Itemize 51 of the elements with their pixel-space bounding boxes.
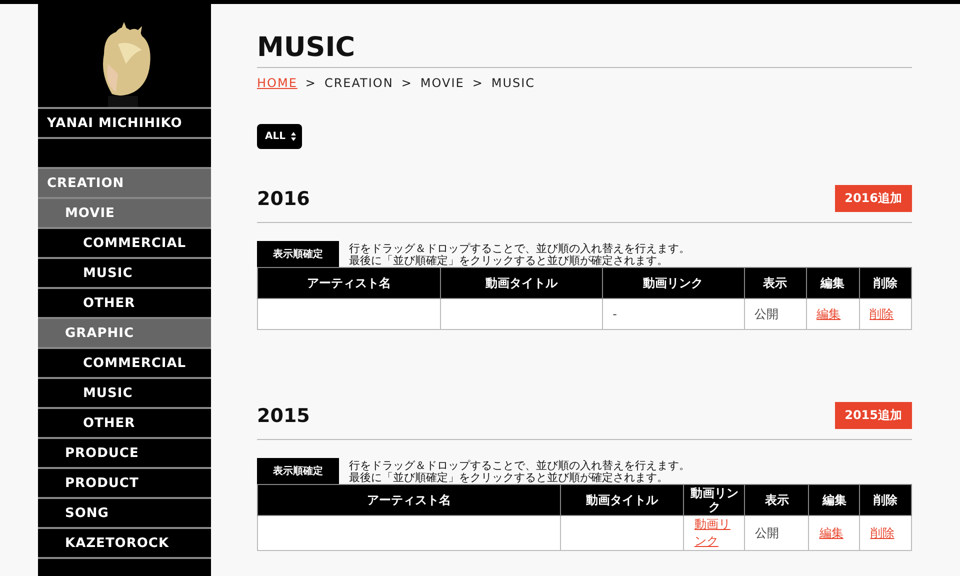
menu-item[interactable]: MUSIC (38, 379, 211, 409)
confirm-order-button[interactable]: 表示順確定 (257, 241, 339, 267)
section-heading: 2015 (257, 404, 310, 426)
table-cell: 公開 (744, 298, 806, 330)
column-header: 編集 (808, 484, 860, 516)
instruction-text: 行をドラッグ＆ドロップすることで、並び順の入れ替えを行えます。 最後に「並び順確定」をクリックすると並び順が確定されます。 (349, 460, 690, 484)
menu-item[interactable]: KAZETOROCK (38, 529, 211, 559)
menu-item[interactable]: SONG (38, 499, 211, 529)
column-header: 動画タイトル (440, 268, 602, 298)
breadcrumb-item: CREATION (324, 76, 394, 90)
column-header: 編集 (806, 268, 860, 298)
table-cell: - (602, 298, 744, 330)
profile-name: YANAI MICHIHIKO (38, 109, 211, 139)
add-button[interactable]: 2016追加 (834, 185, 912, 212)
confirm-order-button[interactable]: 表示順確定 (257, 458, 339, 484)
add-button[interactable]: 2015追加 (834, 402, 912, 429)
cell-link[interactable]: 編集 (819, 524, 844, 542)
breadcrumb-item[interactable]: HOME (257, 76, 298, 90)
menu-item[interactable]: PRODUCT (38, 469, 211, 499)
menu-item[interactable]: PRODUCE (38, 439, 211, 469)
column-header: アーティスト名 (258, 484, 560, 516)
menu-item[interactable]: CREATION (38, 169, 211, 199)
breadcrumb-separator: > (472, 76, 484, 90)
menu-item[interactable]: MUSIC (38, 259, 211, 289)
menu-item[interactable]: MOVIE (38, 199, 211, 229)
breadcrumb-item: MUSIC (491, 76, 536, 90)
filter-select[interactable]: ALL (257, 124, 302, 149)
column-header: 表示 (744, 484, 809, 516)
column-header: 削除 (860, 484, 912, 516)
cell-link[interactable]: 編集 (816, 306, 841, 322)
column-header: 動画リンク (684, 484, 745, 516)
menu-item[interactable]: GRAPHIC (38, 319, 211, 349)
menu-item[interactable]: COMMERCIAL (38, 229, 211, 259)
section-heading: 2016 (257, 188, 310, 210)
breadcrumb-separator: > (305, 76, 316, 90)
cell-link[interactable]: 削除 (870, 306, 894, 322)
column-header: 削除 (859, 268, 912, 298)
menu-item[interactable]: OTHER (38, 409, 211, 439)
table-cell: 公開 (744, 516, 809, 550)
breadcrumb-item: MOVIE (420, 76, 464, 90)
column-header: 動画リンク (602, 268, 744, 298)
instruction-text: 行をドラッグ＆ドロップすることで、並び順の入れ替えを行えます。 最後に「並び順確定」をクリックすると並び順が確定されます。 (349, 243, 690, 267)
cell-link[interactable]: 動画リンク (694, 516, 734, 550)
column-header: 動画タイトル (560, 484, 684, 516)
updown-icon (291, 132, 296, 141)
column-header: アーティスト名 (258, 268, 441, 298)
menu-item[interactable]: COMMERCIAL (38, 349, 211, 379)
column-header: 表示 (744, 268, 806, 298)
cell-link[interactable]: 削除 (870, 524, 894, 542)
breadcrumb-separator: > (401, 76, 412, 90)
page-title: MUSIC (257, 32, 912, 68)
